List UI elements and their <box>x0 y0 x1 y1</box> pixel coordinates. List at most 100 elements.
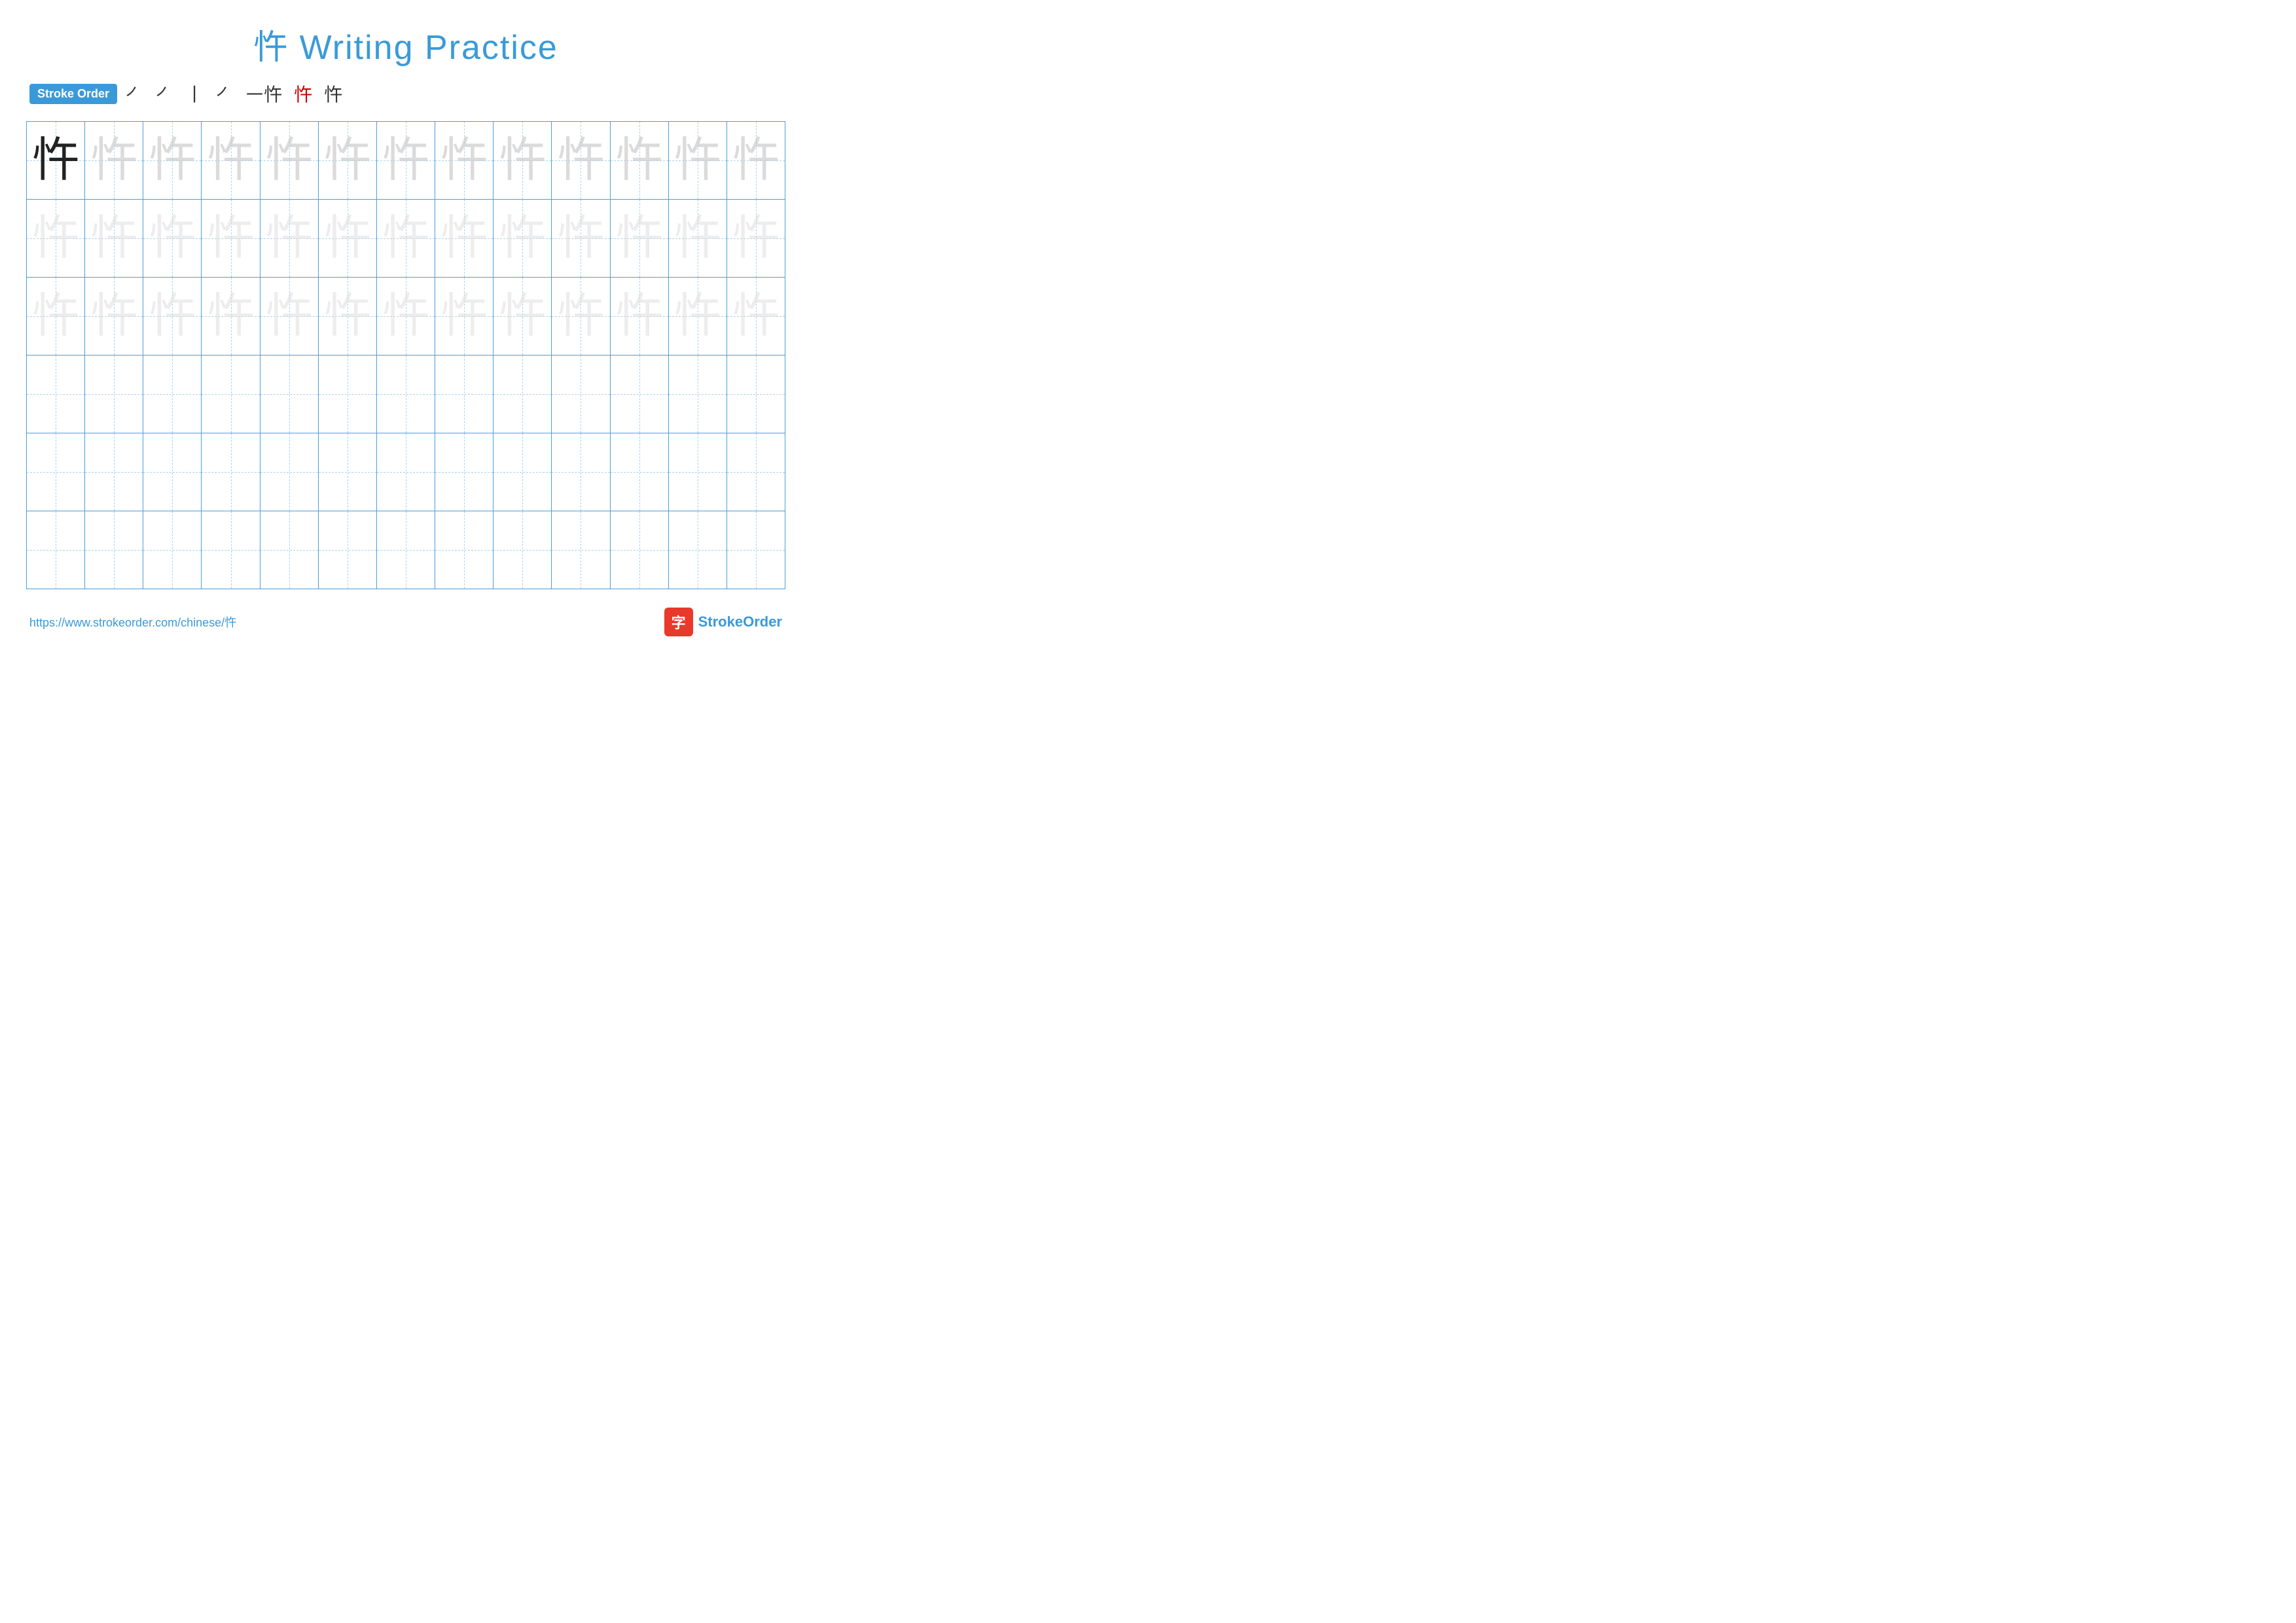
grid-cell-3-4[interactable]: 忤 <box>202 278 260 355</box>
grid-cell-3-6[interactable]: 忤 <box>319 278 377 355</box>
grid-cell-5-9[interactable] <box>493 433 552 511</box>
grid-cell-4-4[interactable] <box>202 356 260 433</box>
grid-cell-2-10[interactable]: 忤 <box>552 200 610 277</box>
grid-cell-6-4[interactable] <box>202 511 260 589</box>
grid-cell-2-3[interactable]: 忤 <box>143 200 202 277</box>
grid-cell-3-12[interactable]: 忤 <box>669 278 727 355</box>
grid-cell-4-9[interactable] <box>493 356 552 433</box>
grid-cell-5-12[interactable] <box>669 433 727 511</box>
char-dark: 忤 <box>32 137 79 184</box>
grid-cell-4-11[interactable] <box>611 356 669 433</box>
grid-cell-1-11[interactable]: 忤 <box>611 122 669 199</box>
grid-cell-6-5[interactable] <box>260 511 319 589</box>
grid-cell-3-13[interactable]: 忤 <box>727 278 785 355</box>
grid-cell-3-3[interactable]: 忤 <box>143 278 202 355</box>
grid-cell-2-13[interactable]: 忤 <box>727 200 785 277</box>
stroke-step-1: ㇒ <box>125 81 143 107</box>
grid-cell-4-10[interactable] <box>552 356 610 433</box>
grid-cell-6-2[interactable] <box>85 511 143 589</box>
grid-cell-5-4[interactable] <box>202 433 260 511</box>
grid-cell-5-2[interactable] <box>85 433 143 511</box>
char-guide: 忤 <box>382 293 429 340</box>
grid-cell-3-2[interactable]: 忤 <box>85 278 143 355</box>
stroke-sequence: ㇒ ㇒ 丨 ㇒ ㇐忤 忤 忤 <box>125 81 342 107</box>
grid-row-5 <box>27 433 785 511</box>
grid-cell-3-7[interactable]: 忤 <box>377 278 435 355</box>
grid-cell-6-11[interactable] <box>611 511 669 589</box>
grid-cell-2-9[interactable]: 忤 <box>493 200 552 277</box>
grid-cell-4-5[interactable] <box>260 356 319 433</box>
grid-cell-2-4[interactable]: 忤 <box>202 200 260 277</box>
grid-cell-2-12[interactable]: 忤 <box>669 200 727 277</box>
grid-cell-6-3[interactable] <box>143 511 202 589</box>
grid-cell-2-8[interactable]: 忤 <box>435 200 493 277</box>
grid-cell-2-5[interactable]: 忤 <box>260 200 319 277</box>
char-guide: 忤 <box>382 137 429 184</box>
grid-cell-5-7[interactable] <box>377 433 435 511</box>
grid-cell-1-12[interactable]: 忤 <box>669 122 727 199</box>
logo-text-order: Order <box>743 613 782 630</box>
grid-cell-1-7[interactable]: 忤 <box>377 122 435 199</box>
grid-cell-6-6[interactable] <box>319 511 377 589</box>
grid-cell-6-12[interactable] <box>669 511 727 589</box>
stroke-step-2: ㇒ <box>155 81 173 107</box>
grid-cell-1-1[interactable]: 忤 <box>27 122 85 199</box>
grid-cell-1-3[interactable]: 忤 <box>143 122 202 199</box>
char-guide: 忤 <box>440 137 488 184</box>
grid-cell-4-8[interactable] <box>435 356 493 433</box>
grid-cell-4-1[interactable] <box>27 356 85 433</box>
grid-cell-5-6[interactable] <box>319 433 377 511</box>
grid-cell-1-5[interactable]: 忤 <box>260 122 319 199</box>
grid-cell-6-8[interactable] <box>435 511 493 589</box>
grid-cell-6-7[interactable] <box>377 511 435 589</box>
grid-cell-6-13[interactable] <box>727 511 785 589</box>
grid-cell-2-2[interactable]: 忤 <box>85 200 143 277</box>
footer-logo: 字 StrokeOrder <box>664 608 782 636</box>
grid-cell-1-6[interactable]: 忤 <box>319 122 377 199</box>
grid-cell-2-7[interactable]: 忤 <box>377 200 435 277</box>
char-guide: 忤 <box>616 215 663 262</box>
grid-cell-5-3[interactable] <box>143 433 202 511</box>
char-guide: 忤 <box>266 137 313 184</box>
grid-cell-4-12[interactable] <box>669 356 727 433</box>
grid-cell-4-3[interactable] <box>143 356 202 433</box>
grid-cell-4-2[interactable] <box>85 356 143 433</box>
grid-cell-5-8[interactable] <box>435 433 493 511</box>
grid-cell-1-13[interactable]: 忤 <box>727 122 785 199</box>
grid-cell-5-13[interactable] <box>727 433 785 511</box>
grid-cell-3-11[interactable]: 忤 <box>611 278 669 355</box>
grid-cell-1-8[interactable]: 忤 <box>435 122 493 199</box>
grid-cell-5-1[interactable] <box>27 433 85 511</box>
grid-cell-3-1[interactable]: 忤 <box>27 278 85 355</box>
grid-cell-5-5[interactable] <box>260 433 319 511</box>
grid-cell-3-10[interactable]: 忤 <box>552 278 610 355</box>
grid-cell-1-10[interactable]: 忤 <box>552 122 610 199</box>
logo-icon-char: 字 <box>672 611 686 632</box>
grid-cell-2-1[interactable]: 忤 <box>27 200 85 277</box>
grid-row-2: 忤 忤 忤 忤 忤 忤 忤 忤 忤 忤 忤 忤 <box>27 200 785 278</box>
logo-text: StrokeOrder <box>698 613 782 630</box>
char-guide: 忤 <box>32 293 79 340</box>
footer-url[interactable]: https://www.strokeorder.com/chinese/忤 <box>29 613 236 630</box>
grid-row-3: 忤 忤 忤 忤 忤 忤 忤 忤 忤 忤 忤 忤 <box>27 278 785 356</box>
grid-cell-2-6[interactable]: 忤 <box>319 200 377 277</box>
grid-cell-3-9[interactable]: 忤 <box>493 278 552 355</box>
stroke-order-row: Stroke Order ㇒ ㇒ 丨 ㇒ ㇐忤 忤 忤 <box>26 81 785 107</box>
grid-cell-4-6[interactable] <box>319 356 377 433</box>
grid-cell-2-11[interactable]: 忤 <box>611 200 669 277</box>
grid-cell-6-9[interactable] <box>493 511 552 589</box>
char-guide: 忤 <box>440 215 488 262</box>
grid-cell-4-13[interactable] <box>727 356 785 433</box>
grid-cell-5-10[interactable] <box>552 433 610 511</box>
grid-cell-6-1[interactable] <box>27 511 85 589</box>
stroke-step-4: ㇒ <box>215 81 234 107</box>
grid-cell-3-5[interactable]: 忤 <box>260 278 319 355</box>
grid-cell-1-4[interactable]: 忤 <box>202 122 260 199</box>
grid-cell-6-10[interactable] <box>552 511 610 589</box>
char-guide: 忤 <box>674 215 721 262</box>
grid-cell-1-2[interactable]: 忤 <box>85 122 143 199</box>
grid-cell-1-9[interactable]: 忤 <box>493 122 552 199</box>
grid-cell-5-11[interactable] <box>611 433 669 511</box>
grid-cell-3-8[interactable]: 忤 <box>435 278 493 355</box>
grid-cell-4-7[interactable] <box>377 356 435 433</box>
